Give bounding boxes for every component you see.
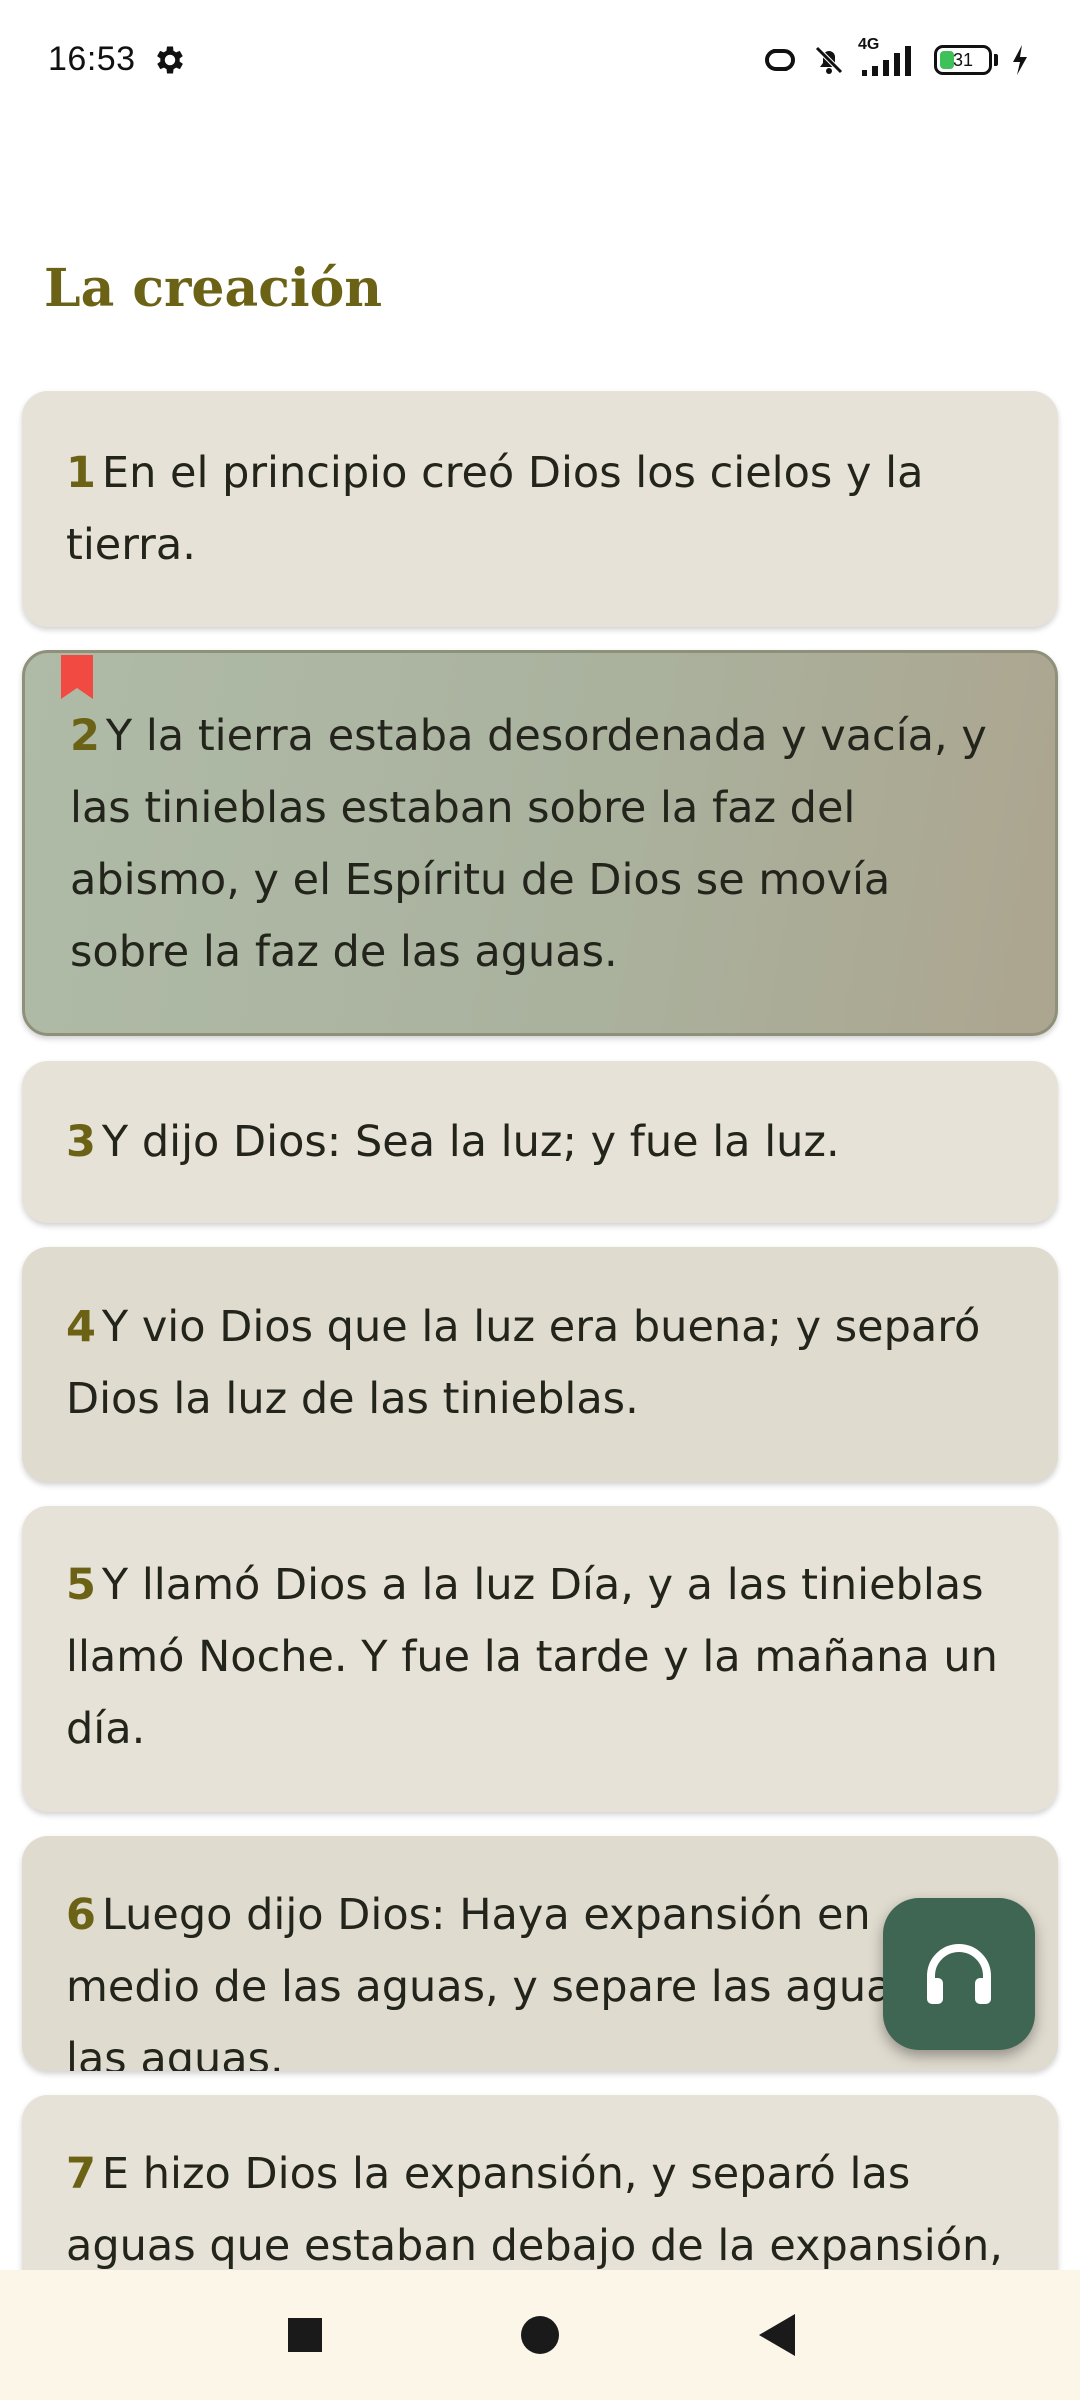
bookmark-icon[interactable] — [59, 655, 95, 699]
verse-number: 4 — [66, 1302, 96, 1352]
verse-card-4[interactable]: 4Y vio Dios que la luz era buena; y sepa… — [22, 1247, 1058, 1482]
verse-number: 3 — [66, 1117, 96, 1167]
verse-card-7[interactable]: 7E hizo Dios la expansión, y separó las … — [22, 2095, 1058, 2270]
recents-square-icon — [288, 2318, 322, 2352]
headphones-icon — [927, 1944, 991, 2004]
back-button[interactable] — [752, 2310, 802, 2360]
verse-number: 5 — [66, 1560, 96, 1610]
verse-text: Y dijo Dios: Sea la luz; y fue la luz. — [101, 1117, 840, 1167]
home-circle-icon — [521, 2316, 559, 2354]
verse-text: Y la tierra estaba desordenada y vacía, … — [70, 711, 987, 977]
audio-play-button[interactable] — [883, 1898, 1035, 2050]
verse-number: 6 — [66, 1890, 96, 1940]
verse-text: Y llamó Dios a la luz Día, y a las tinie… — [66, 1560, 998, 1754]
verse-card-5[interactable]: 5Y llamó Dios a la luz Día, y a las tini… — [22, 1506, 1058, 1812]
verse-number: 7 — [66, 2149, 96, 2199]
verse-text: En el principio creó Dios los cielos y l… — [66, 448, 924, 570]
back-triangle-icon — [759, 2314, 795, 2356]
verse-text: Luego dijo Dios: Haya expansión en medio… — [66, 1890, 983, 2071]
verse-card-2[interactable]: 2Y la tierra estaba desordenada y vacía,… — [22, 650, 1058, 1036]
navigation-bar — [0, 2270, 1080, 2400]
verse-text: E hizo Dios la expansión, y separó las a… — [66, 2149, 1003, 2270]
recents-button[interactable] — [280, 2310, 330, 2360]
verse-number: 1 — [66, 448, 96, 498]
verse-card-1[interactable]: 1 En el principio creó Dios los cielos y … — [22, 391, 1058, 627]
verse-number: 2 — [70, 711, 100, 761]
verse-card-3[interactable]: 3Y dijo Dios: Sea la luz; y fue la luz. — [22, 1061, 1058, 1223]
verse-text: Y vio Dios que la luz era buena; y separ… — [66, 1302, 981, 1424]
home-button[interactable] — [515, 2310, 565, 2360]
